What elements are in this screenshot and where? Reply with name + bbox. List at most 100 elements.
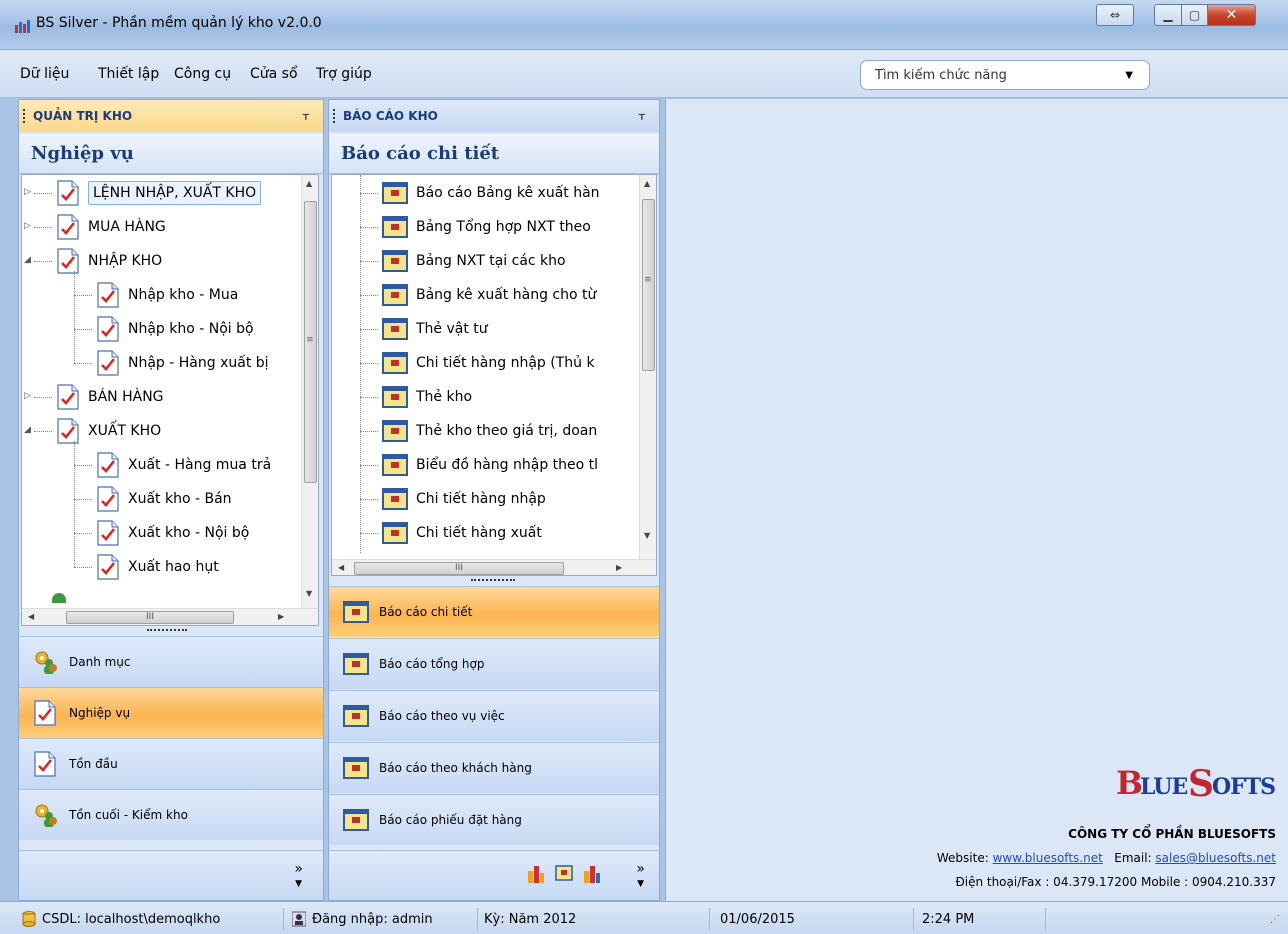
scroll-down-icon[interactable]: ▼	[306, 589, 312, 598]
nav-button-label: Báo cáo theo khách hàng	[379, 761, 532, 775]
report-item[interactable]: Bảng Tổng hợp NXT theo	[360, 210, 591, 244]
tree-node[interactable]: ▷ MUA HÀNG	[24, 210, 166, 244]
vertical-scrollbar[interactable]: ▲ ≡ ▼	[639, 175, 656, 559]
resize-grip-icon[interactable]: ⋰	[1270, 914, 1280, 925]
nav-button-label: Tồn đầu	[69, 757, 118, 771]
tree-leaf[interactable]: Xuất kho - Nội bộ	[74, 516, 249, 550]
scroll-up-icon[interactable]: ▲	[306, 179, 312, 188]
report-item[interactable]: Bảng kê xuất hàng cho từ	[360, 278, 597, 312]
report-item[interactable]: Chi tiết hàng xuất	[360, 516, 542, 550]
maximize-button[interactable]: ▢	[1182, 4, 1208, 26]
function-search-combobox[interactable]: Tìm kiếm chức năng ▼	[860, 60, 1150, 90]
grip-icon: ≡	[644, 275, 652, 285]
tree-leaf[interactable]: Xuất - Hàng mua trả	[74, 448, 271, 482]
collapse-icon[interactable]: ◢	[24, 255, 31, 265]
report-item[interactable]: Thẻ kho theo giá trị, doan	[360, 414, 597, 448]
horizontal-scrollbar[interactable]: ◀ III ▶	[332, 559, 656, 575]
resize-arrows-button[interactable]: ⇔	[1096, 4, 1134, 26]
tree-leaf[interactable]: Nhập - Hàng xuất bị	[74, 346, 269, 380]
horizontal-scrollbar[interactable]: ◀ III ▶	[22, 608, 318, 625]
splitter-grip[interactable]	[147, 629, 187, 633]
chevron-more-icon[interactable]: »	[294, 861, 303, 877]
tree-leaf[interactable]: Xuất kho - Bán	[74, 482, 232, 516]
report-item[interactable]: Chi tiết hàng nhập	[360, 482, 546, 516]
scroll-down-icon[interactable]: ▼	[644, 531, 650, 540]
menu-thiet-lap[interactable]: Thiết lập	[98, 66, 159, 82]
chevron-down-icon[interactable]: ▼	[295, 879, 302, 889]
minimize-button[interactable]: ▁	[1154, 4, 1182, 26]
status-db: CSDL: localhost\demoqlkho	[22, 908, 284, 930]
vertical-scrollbar[interactable]: ▲ ≡ ▼	[301, 175, 318, 608]
report-label: Thẻ vật tư	[416, 321, 488, 337]
svg-text:OFTS: OFTS	[1212, 774, 1275, 800]
bar-chart-icon[interactable]	[583, 865, 601, 883]
report-nav-button[interactable]: Báo cáo theo khách hàng	[329, 742, 659, 793]
drag-grip-icon[interactable]	[23, 109, 26, 123]
scroll-thumb[interactable]: III	[354, 562, 564, 575]
expand-icon[interactable]: ▷	[24, 187, 31, 197]
drag-grip-icon[interactable]	[333, 109, 336, 123]
close-button[interactable]: ✕	[1208, 4, 1256, 26]
expand-icon[interactable]: ▷	[24, 391, 31, 401]
website-label: Website:	[936, 851, 989, 865]
report-icon	[343, 757, 369, 779]
report-item[interactable]: Báo cáo Bảng kê xuất hàn	[360, 176, 600, 210]
report-icon[interactable]	[555, 865, 573, 881]
nav-button[interactable]: Danh mục	[19, 636, 323, 687]
menu-cua-so[interactable]: Cửa sổ	[250, 66, 298, 82]
scroll-left-icon[interactable]: ◀	[28, 612, 34, 621]
report-item[interactable]: Biểu đồ hàng nhập theo tl	[360, 448, 599, 482]
report-nav-button[interactable]: Báo cáo tổng hợp	[329, 638, 659, 689]
scroll-thumb[interactable]: III	[66, 611, 234, 624]
report-icon	[382, 250, 408, 272]
pin-icon[interactable]: ᚁ	[639, 107, 645, 122]
splitter-grip[interactable]	[471, 579, 515, 583]
report-nav-button[interactable]: Báo cáo chi tiết	[329, 586, 659, 637]
bar-chart-icon[interactable]	[527, 865, 545, 883]
menu-cong-cu[interactable]: Công cụ	[174, 66, 231, 82]
tree-leaf[interactable]: Nhập kho - Mua	[74, 278, 239, 312]
expand-icon[interactable]: ▷	[24, 221, 31, 231]
scroll-up-icon[interactable]: ▲	[644, 179, 650, 188]
website-link[interactable]: www.bluesofts.net	[993, 851, 1103, 865]
report-nav-button[interactable]: Báo cáo theo vụ việc	[329, 690, 659, 741]
window-titlebar: BS Silver - Phần mềm quản lý kho v2.0.0 …	[0, 0, 1288, 50]
tree-label: Nhập kho - Mua	[128, 287, 239, 303]
nav-button[interactable]: Nghiệp vụ	[19, 687, 323, 738]
tree-label: LỆNH NHẬP, XUẤT KHO	[88, 181, 262, 205]
status-login: Đăng nhập: admin	[292, 908, 478, 930]
tree-connector	[360, 363, 378, 364]
nav-button[interactable]: Tồn cuối - Kiểm kho	[19, 789, 323, 840]
scroll-right-icon[interactable]: ▶	[616, 563, 622, 572]
menu-du-lieu[interactable]: Dữ liệu	[20, 66, 69, 82]
tree-leaf[interactable]: Nhập kho - Nội bộ	[74, 312, 254, 346]
checklist-icon	[96, 520, 120, 546]
tree-node[interactable]: ◢ XUẤT KHO	[24, 414, 161, 448]
collapse-icon[interactable]: ◢	[24, 425, 31, 435]
report-label: Bảng kê xuất hàng cho từ	[416, 287, 597, 303]
report-label: Biểu đồ hàng nhập theo tl	[416, 457, 599, 473]
tree-node[interactable]: ▷ BÁN HÀNG	[24, 380, 164, 414]
tree-leaf[interactable]: Xuất hao hụt	[74, 550, 219, 584]
dropdown-arrow-icon[interactable]: ▼	[1125, 70, 1133, 81]
report-item[interactable]: Thẻ kho	[360, 380, 472, 414]
report-icon	[343, 653, 369, 675]
tree-node[interactable]: ◢ NHẬP KHO	[24, 244, 162, 278]
email-link[interactable]: sales@bluesofts.net	[1155, 851, 1276, 865]
scroll-left-icon[interactable]: ◀	[338, 563, 344, 572]
scroll-right-icon[interactable]: ▶	[278, 612, 284, 621]
report-item[interactable]: Bảng NXT tại các kho	[360, 244, 566, 278]
tree-node[interactable]: ▷ LỆNH NHẬP, XUẤT KHO	[24, 176, 262, 210]
report-item[interactable]: Thẻ vật tư	[360, 312, 488, 346]
scroll-thumb[interactable]	[642, 199, 655, 371]
chevron-more-icon[interactable]: »	[636, 861, 645, 877]
report-item[interactable]: Chi tiết hàng nhập (Thủ k	[360, 346, 595, 380]
chevron-down-icon[interactable]: ▼	[637, 879, 644, 889]
tree-connector	[34, 431, 52, 432]
pin-icon[interactable]: ᚁ	[303, 107, 309, 122]
tree-label: BÁN HÀNG	[88, 389, 164, 405]
checklist-icon	[96, 350, 120, 376]
nav-button[interactable]: Tồn đầu	[19, 738, 323, 789]
menu-tro-giup[interactable]: Trợ giúp	[316, 66, 372, 82]
report-nav-button[interactable]: Báo cáo phiếu đặt hàng	[329, 794, 659, 845]
